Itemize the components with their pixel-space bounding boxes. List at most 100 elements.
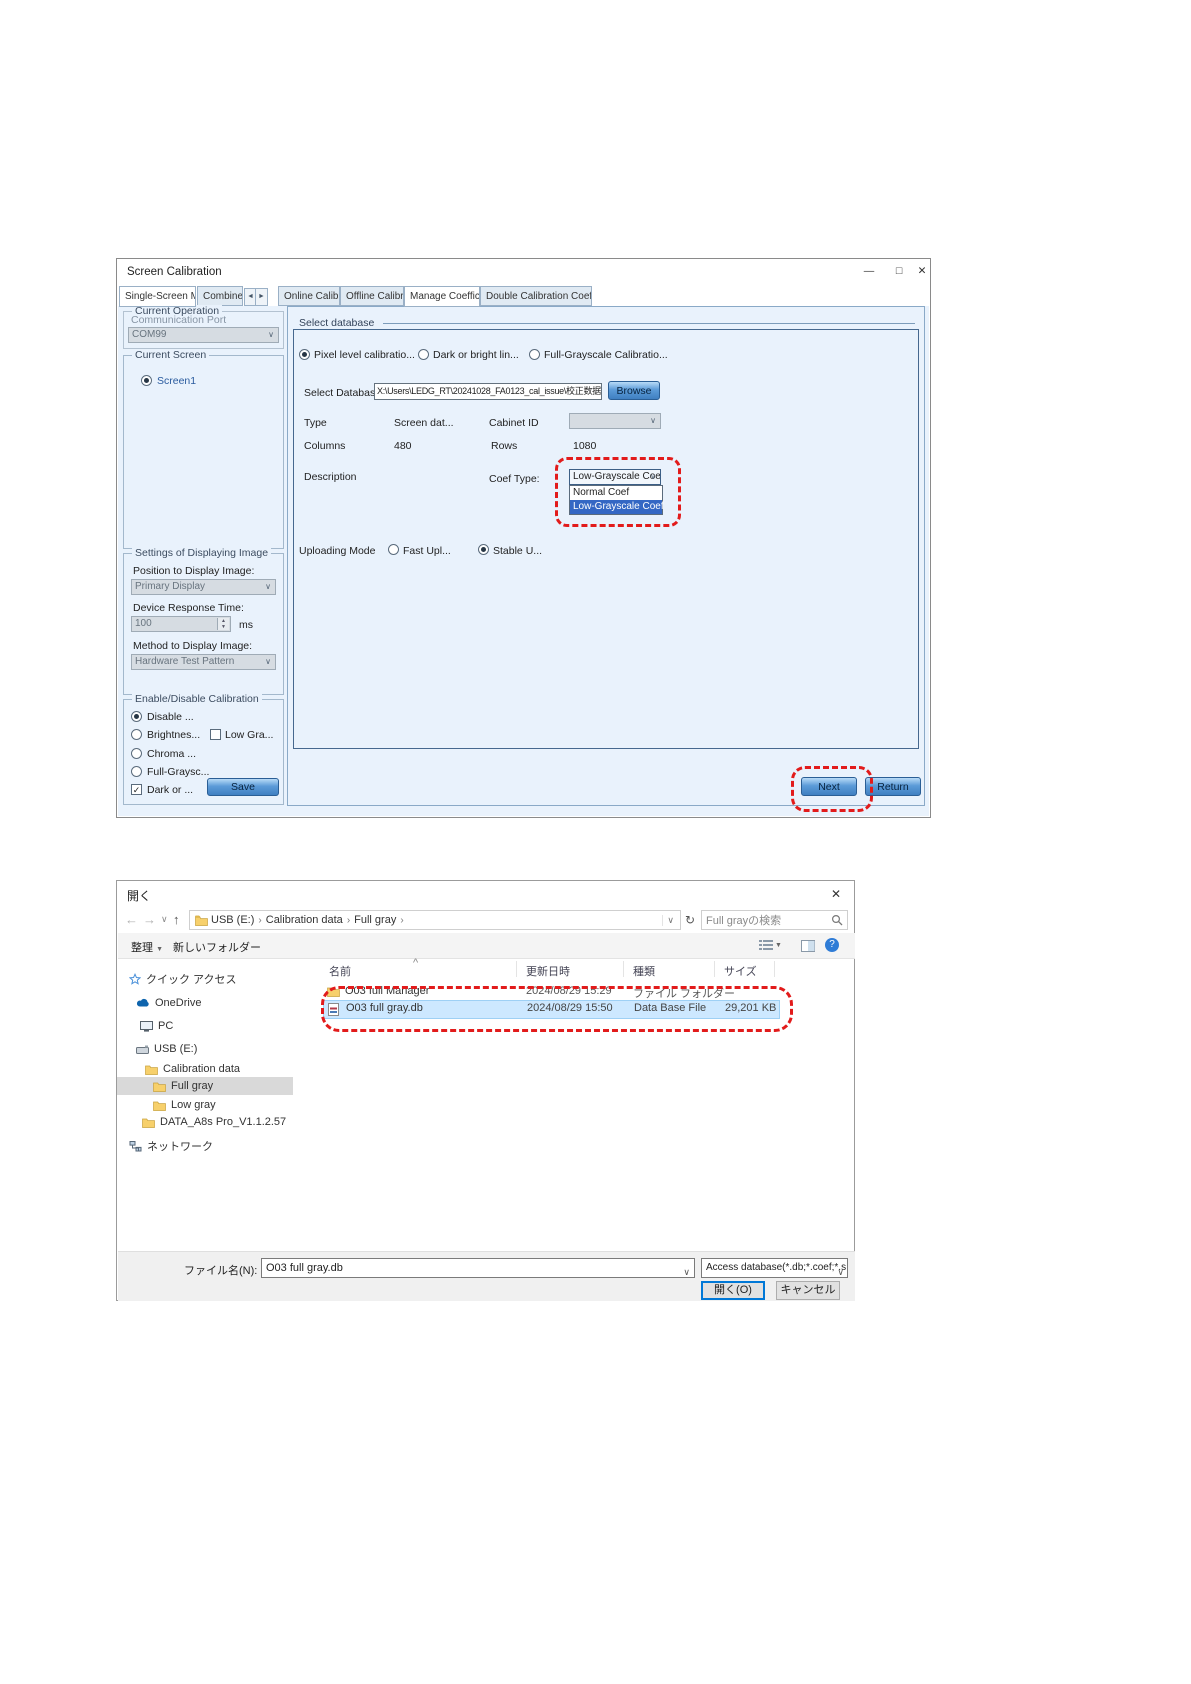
stable-upload-label[interactable]: Stable U... — [493, 545, 542, 557]
browse-button[interactable]: Browse — [608, 381, 660, 400]
full-grayscale-label[interactable]: Full-Graysc... — [147, 766, 209, 778]
tab-manage-coefficients[interactable]: Manage Coefficients — [404, 286, 480, 307]
disable-radio[interactable] — [131, 711, 142, 722]
next-button[interactable]: Next — [801, 777, 857, 796]
chevron-down-icon: ∨ — [683, 1263, 690, 1281]
organize-button[interactable]: 整理 ▼ — [131, 939, 163, 955]
address-history-icon[interactable]: ∨ — [662, 915, 678, 926]
screen1-label[interactable]: Screen1 — [157, 375, 196, 387]
forward-button[interactable]: → — [143, 912, 156, 927]
pixel-level-radio[interactable] — [299, 349, 310, 360]
response-time-unit: ms — [239, 619, 253, 631]
disable-label[interactable]: Disable ... — [147, 711, 194, 723]
file-row-folder[interactable]: O03 full Manager 2024/08/29 15:29 ファイル フ… — [323, 983, 823, 1000]
refresh-icon[interactable]: ↻ — [685, 913, 695, 927]
cloud-icon — [136, 998, 150, 1008]
sidebar-item-onedrive[interactable]: OneDrive — [136, 994, 201, 1012]
breadcrumb-full-gray[interactable]: Full gray — [354, 914, 396, 926]
column-header-type[interactable]: 種類 — [633, 963, 655, 979]
dropdown-option-normal-coef[interactable]: Normal Coef — [570, 486, 662, 500]
screen1-radio[interactable] — [141, 375, 152, 386]
tab-single-screen-mode[interactable]: Single-Screen Mode — [119, 286, 196, 307]
chroma-radio[interactable] — [131, 748, 142, 759]
column-header-date[interactable]: 更新日時 — [526, 963, 570, 979]
breadcrumb-usb[interactable]: USB (E:) — [211, 914, 254, 926]
cabinet-id-select[interactable]: ∨ — [569, 413, 661, 429]
help-icon[interactable]: ? — [825, 938, 839, 952]
recent-locations-button[interactable]: ∨ — [161, 914, 168, 925]
preview-pane-icon[interactable] — [801, 939, 815, 957]
address-bar[interactable]: USB (E:) › Calibration data › Full gray … — [189, 910, 681, 930]
dark-bright-radio[interactable] — [418, 349, 429, 360]
filename-input[interactable]: O03 full gray.db ∨ — [261, 1258, 695, 1278]
chevron-down-icon: ∨ — [265, 328, 277, 342]
sidebar-item-pc[interactable]: PC — [140, 1017, 173, 1035]
view-mode-icon[interactable]: ▼ — [759, 939, 782, 951]
low-gray-checkbox[interactable] — [210, 729, 221, 740]
sidebar-item-usb-drive[interactable]: USB (E:) — [136, 1040, 197, 1058]
dark-or-checkbox[interactable]: ✓ — [131, 784, 142, 795]
filetype-select[interactable]: Access database(*.db;*.coef;*.s ∨ — [701, 1258, 848, 1278]
tab-double-calibration-coefficients[interactable]: Double Calibration Coefficients — [480, 286, 592, 306]
full-grayscale-radio[interactable] — [131, 766, 142, 777]
response-time-stepper[interactable]: 100 ▲▼ — [131, 616, 231, 632]
up-button[interactable]: ↑ — [173, 912, 180, 927]
method-label: Method to Display Image: — [133, 640, 252, 652]
chroma-label[interactable]: Chroma ... — [147, 748, 196, 760]
dropdown-option-low-grayscale-coef[interactable]: Low-Grayscale Coef — [570, 500, 662, 514]
close-button[interactable]: ✕ — [824, 887, 848, 901]
sidebar-item-full-gray[interactable]: Full gray — [117, 1077, 293, 1095]
position-select[interactable]: Primary Display ∨ — [131, 579, 276, 595]
return-button[interactable]: Return — [865, 777, 921, 796]
column-divider[interactable] — [774, 961, 775, 977]
column-divider[interactable] — [516, 961, 517, 977]
dark-bright-label[interactable]: Dark or bright lin... — [433, 349, 519, 361]
sidebar-item-quick-access[interactable]: クイック アクセス — [129, 970, 237, 988]
close-button[interactable]: ✕ — [915, 265, 929, 277]
column-divider[interactable] — [714, 961, 715, 977]
coef-type-select[interactable]: Low-Grayscale Coe ∨ — [569, 469, 661, 485]
display-settings-title: Settings of Displaying Image — [132, 547, 271, 559]
comm-port-select[interactable]: COM99 ∨ — [128, 327, 279, 343]
file-row-database[interactable]: O03 full gray.db 2024/08/29 15:50 Data B… — [323, 1000, 780, 1019]
stepper-arrows[interactable]: ▲▼ — [217, 618, 229, 630]
open-button[interactable]: 開く(O) — [701, 1281, 765, 1300]
maximize-button[interactable]: □ — [885, 265, 913, 277]
column-header-name[interactable]: 名前 — [329, 963, 351, 979]
breadcrumb-calibration-data[interactable]: Calibration data — [266, 914, 343, 926]
folder-icon — [145, 1064, 158, 1075]
column-header-size[interactable]: サイズ — [724, 963, 757, 979]
tab-combined-screen[interactable]: Combined-Sc — [197, 286, 243, 306]
fast-upload-label[interactable]: Fast Upl... — [403, 545, 451, 557]
new-folder-button[interactable]: 新しいフォルダー — [173, 939, 261, 955]
sidebar-item-calibration-data[interactable]: Calibration data — [145, 1060, 240, 1078]
file-type: ファイル フォルダー — [633, 985, 735, 1001]
stable-upload-radio[interactable] — [478, 544, 489, 555]
database-path-input[interactable]: X:\Users\LEDG_RT\20241028_FA0123_cal_iss… — [374, 383, 602, 400]
full-grayscale-calib-radio[interactable] — [529, 349, 540, 360]
brightness-label[interactable]: Brightnes... — [147, 729, 200, 741]
dark-or-label[interactable]: Dark or ... — [147, 784, 193, 796]
type-value: Screen dat... — [394, 417, 454, 429]
low-gray-label[interactable]: Low Gra... — [225, 729, 273, 741]
cancel-button[interactable]: キャンセル — [776, 1281, 840, 1300]
sidebar-item-data-a8s[interactable]: DATA_A8s Pro_V1.1.2.57 — [142, 1113, 286, 1131]
column-divider[interactable] — [623, 961, 624, 977]
pixel-level-label[interactable]: Pixel level calibratio... — [314, 349, 415, 361]
tab-scroll-right-icon[interactable]: ► — [255, 288, 268, 306]
type-label: Type — [304, 417, 327, 429]
sidebar-item-low-gray[interactable]: Low gray — [153, 1096, 216, 1114]
chevron-down-icon: ∨ — [837, 1263, 844, 1278]
search-input[interactable]: Full grayの検索 — [701, 910, 848, 930]
sidebar-item-network[interactable]: ネットワーク — [129, 1137, 213, 1155]
full-grayscale-calib-label[interactable]: Full-Grayscale Calibratio... — [544, 349, 668, 361]
brightness-radio[interactable] — [131, 729, 142, 740]
tab-offline-calibration[interactable]: Offline Calibration — [340, 286, 404, 306]
method-select[interactable]: Hardware Test Pattern ∨ — [131, 654, 276, 670]
tab-online-calibration[interactable]: Online Calibration — [278, 286, 340, 306]
minimize-button[interactable]: — — [855, 265, 883, 277]
fast-upload-radio[interactable] — [388, 544, 399, 555]
back-button[interactable]: ← — [125, 912, 138, 927]
spin-down-icon[interactable]: ▼ — [218, 624, 229, 630]
save-button[interactable]: Save — [207, 778, 279, 796]
